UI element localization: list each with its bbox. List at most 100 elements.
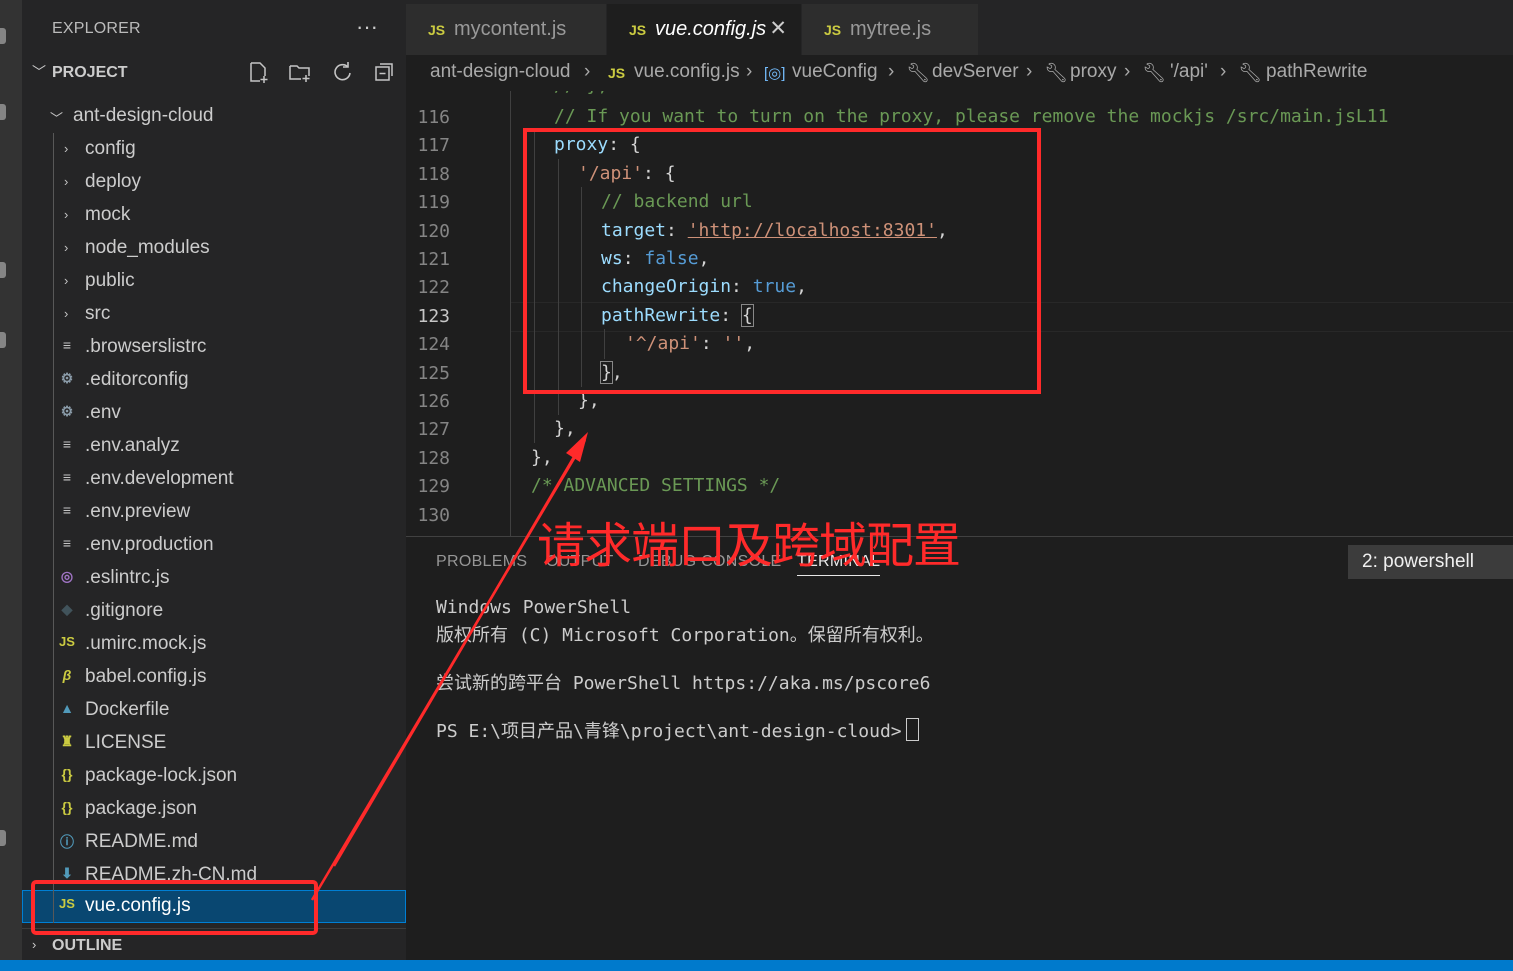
breadcrumb-api[interactable]: '/api': [1170, 61, 1208, 83]
download-icon: ⬇: [61, 865, 73, 881]
tree-item-label: README.zh-CN.md: [85, 864, 258, 885]
tab-problems[interactable]: PROBLEMS: [436, 553, 527, 571]
git-icon: ◆: [61, 601, 73, 617]
tree-item-file[interactable]: ⚙ .env: [22, 397, 406, 430]
collapse-all-icon[interactable]: [372, 60, 396, 84]
code-line: 119 // backend url: [406, 189, 1513, 217]
info-icon: ⓘ: [60, 834, 74, 850]
terminal-selector-value: 2: powershell: [1362, 551, 1474, 572]
tree-item-label: LICENSE: [85, 732, 167, 753]
tree-item-file[interactable]: ≡ .env.development: [22, 463, 406, 496]
terminal-line: 尝试新的跨平台 PowerShell https://aka.ms/pscore…: [436, 673, 931, 694]
tree-item-label: deploy: [85, 171, 141, 192]
tree-item-file[interactable]: ◆ .gitignore: [22, 595, 406, 628]
new-folder-icon[interactable]: [288, 60, 312, 84]
tab-vue-config[interactable]: JS vue.config.js ✕: [607, 4, 802, 55]
line-number: 120: [417, 220, 450, 242]
terminal-prompt: PS E:\项目产品\青锋\project\ant-design-cloud>: [436, 721, 902, 742]
chevron-down-icon: ﹀: [32, 64, 46, 80]
tree-item-file[interactable]: ⓘ README.md: [22, 826, 406, 859]
tab-mytree[interactable]: JS mytree.js: [802, 4, 979, 55]
code-line: 121 ws: false,: [406, 246, 1513, 274]
lines-file-icon: ≡: [62, 469, 72, 485]
wrench-icon: 🔧︎: [906, 63, 931, 84]
tree-item-file[interactable]: ≡ .env.production: [22, 529, 406, 562]
tree-item-file[interactable]: {} package.json: [22, 793, 406, 826]
code-line: 120 target: 'http://localhost:8301',: [406, 218, 1513, 246]
tree-item-file[interactable]: ⬇ README.zh-CN.md: [22, 859, 406, 892]
code-line: 124 '^/api': '',: [406, 331, 1513, 359]
breadcrumb-devserver[interactable]: devServer: [932, 61, 1019, 83]
chevron-right-icon: ›: [64, 240, 69, 255]
close-icon[interactable]: ✕: [769, 16, 787, 41]
tree-item-file-selected[interactable]: JS vue.config.js: [22, 890, 406, 923]
outline-section-header[interactable]: › OUTLINE: [22, 928, 406, 961]
breadcrumb-folder[interactable]: ant-design-cloud: [430, 61, 570, 83]
project-section-header[interactable]: ﹀ PROJECT: [22, 58, 406, 88]
tab-output[interactable]: OUTPUT: [546, 553, 614, 571]
line-number: 117: [417, 135, 450, 157]
code-value: true: [752, 276, 797, 298]
code-editor[interactable]: // }, 116 // If you want to turn on the …: [406, 91, 1513, 536]
tree-item-folder[interactable]: › deploy: [22, 166, 406, 199]
line-number: 116: [417, 107, 450, 128]
breadcrumb-file[interactable]: vue.config.js: [634, 61, 740, 83]
more-actions-icon[interactable]: ···: [356, 14, 378, 40]
tab-label: vue.config.js: [655, 18, 767, 40]
tree-item-file[interactable]: ⚙ .editorconfig: [22, 364, 406, 397]
gear-icon: ⚙: [60, 403, 74, 419]
tree-item-label: .browserslistrc: [85, 336, 207, 357]
line-number: 118: [417, 163, 450, 185]
code-url-link[interactable]: 'http://localhost:8301': [688, 220, 937, 241]
new-file-icon[interactable]: [246, 60, 270, 84]
tree-item-file[interactable]: β babel.config.js: [22, 661, 406, 694]
chevron-right-icon: ›: [584, 61, 591, 82]
chevron-right-icon: ›: [1220, 61, 1227, 82]
terminal-cursor: [905, 718, 919, 741]
tree-item-folder[interactable]: › config: [22, 133, 406, 166]
tree-item-file[interactable]: JS .umirc.mock.js: [22, 628, 406, 661]
code-partial-line: // },: [554, 91, 608, 96]
line-number: 129: [417, 476, 450, 498]
wrench-icon: 🔧︎: [1142, 63, 1167, 84]
breadcrumb-pathrewrite[interactable]: pathRewrite: [1266, 61, 1367, 83]
tree-item-file[interactable]: ≡ .env.preview: [22, 496, 406, 529]
breadcrumb-proxy[interactable]: proxy: [1070, 61, 1116, 83]
tab-mycontent[interactable]: JS mycontent.js: [406, 4, 607, 55]
tree-item-label: node_modules: [85, 237, 210, 258]
tree-root-folder[interactable]: ﹀ ant-design-cloud: [22, 100, 406, 133]
tree-item-file[interactable]: ◎ .eslintrc.js: [22, 562, 406, 595]
refresh-icon[interactable]: [330, 60, 354, 84]
tree-item-folder[interactable]: › public: [22, 265, 406, 298]
breadcrumb: ant-design-cloud › JS vue.config.js › [◎…: [406, 55, 1513, 91]
tree-item-file[interactable]: ♜ LICENSE: [22, 727, 406, 760]
tree-item-folder[interactable]: › node_modules: [22, 232, 406, 265]
code-key: '^/api': [625, 333, 701, 355]
tree-item-folder[interactable]: › src: [22, 298, 406, 331]
breadcrumb-variable[interactable]: vueConfig: [792, 61, 878, 83]
lines-file-icon: ≡: [62, 436, 72, 452]
code-line-current: 123 pathRewrite: {: [406, 303, 1513, 331]
js-file-icon: JS: [428, 22, 446, 38]
line-number: 126: [417, 391, 450, 412]
tab-debug-console[interactable]: DEBUG CONSOLE: [638, 553, 782, 571]
code-value: false: [644, 248, 699, 269]
terminal-selector[interactable]: 2: powershell: [1348, 545, 1513, 579]
tree-item-file[interactable]: ≡ .env.analyz: [22, 430, 406, 463]
code-comment: // If you want to turn on the proxy, ple…: [554, 106, 1389, 127]
chevron-down-icon: ﹀: [50, 111, 64, 126]
outline-label: OUTLINE: [52, 937, 123, 954]
tree-item-file[interactable]: {} package-lock.json: [22, 760, 406, 793]
tree-item-folder[interactable]: › mock: [22, 199, 406, 232]
terminal-prompt-row[interactable]: PS E:\项目产品\青锋\project\ant-design-cloud>: [436, 717, 919, 743]
tree-item-label: package.json: [85, 798, 197, 819]
tree-item-file[interactable]: ≡ .browserslistrc: [22, 331, 406, 364]
variable-icon: [◎]: [764, 65, 786, 82]
js-file-icon: JS: [608, 65, 626, 81]
license-icon: ♜: [60, 733, 74, 749]
tree-item-file[interactable]: ▲ Dockerfile: [22, 694, 406, 727]
code-line: 126 },: [406, 388, 1513, 416]
tree-item-label: .env.preview: [85, 501, 191, 522]
tab-terminal[interactable]: TERMINAL: [797, 553, 881, 576]
bottom-panel: PROBLEMS OUTPUT DEBUG CONSOLE TERMINAL 2…: [406, 536, 1513, 961]
